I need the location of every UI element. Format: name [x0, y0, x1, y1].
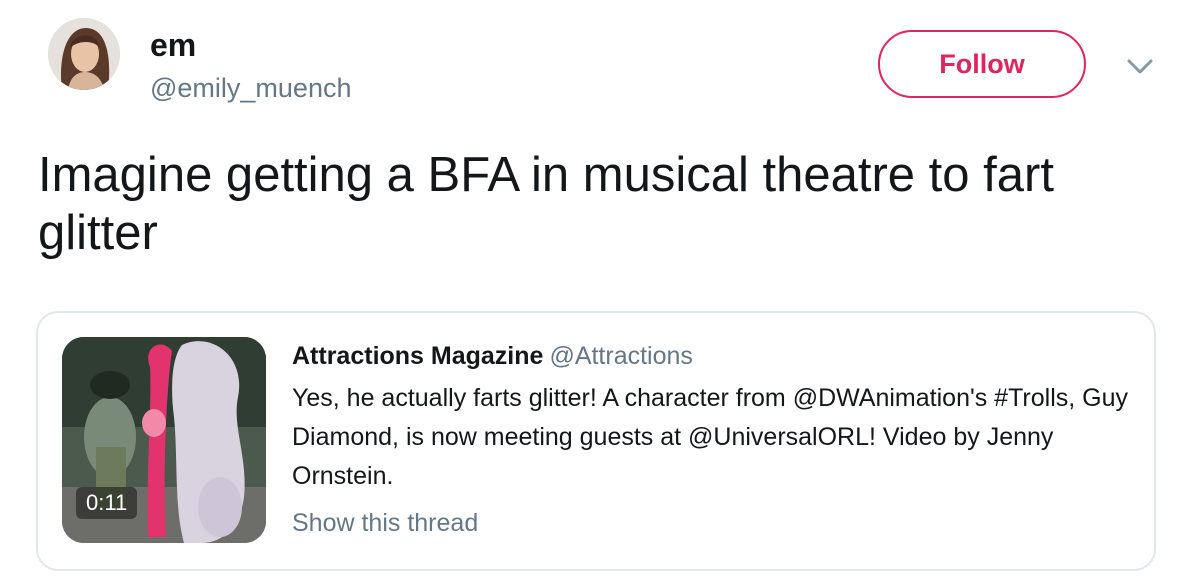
quoted-tweet-text: Yes, he actually farts glitter! A charac…: [292, 384, 1129, 490]
quoted-tweet-card[interactable]: 0:11 Attractions Magazine @Attractions Ye…: [36, 311, 1156, 571]
quoted-author-handle: @Attractions: [549, 342, 693, 370]
quoted-tweet-body: Attractions Magazine @Attractions Yes, he…: [292, 339, 1132, 540]
profile-photo: [48, 18, 120, 90]
chevron-down-icon[interactable]: [1124, 54, 1156, 78]
author-handle[interactable]: @emily_muench: [150, 72, 352, 104]
show-thread-link[interactable]: Show this thread: [292, 506, 478, 540]
quoted-tweet-header: Attractions Magazine @Attractions: [292, 339, 1132, 373]
video-thumbnail[interactable]: 0:11: [62, 337, 266, 543]
avatar[interactable]: [48, 18, 120, 90]
quoted-author-name: Attractions Magazine: [292, 342, 544, 370]
follow-button[interactable]: Follow: [878, 30, 1086, 98]
video-duration: 0:11: [76, 487, 138, 519]
author-display-name[interactable]: em: [150, 26, 196, 64]
tweet-text: Imagine getting a BFA in musical theatre…: [38, 148, 1054, 260]
